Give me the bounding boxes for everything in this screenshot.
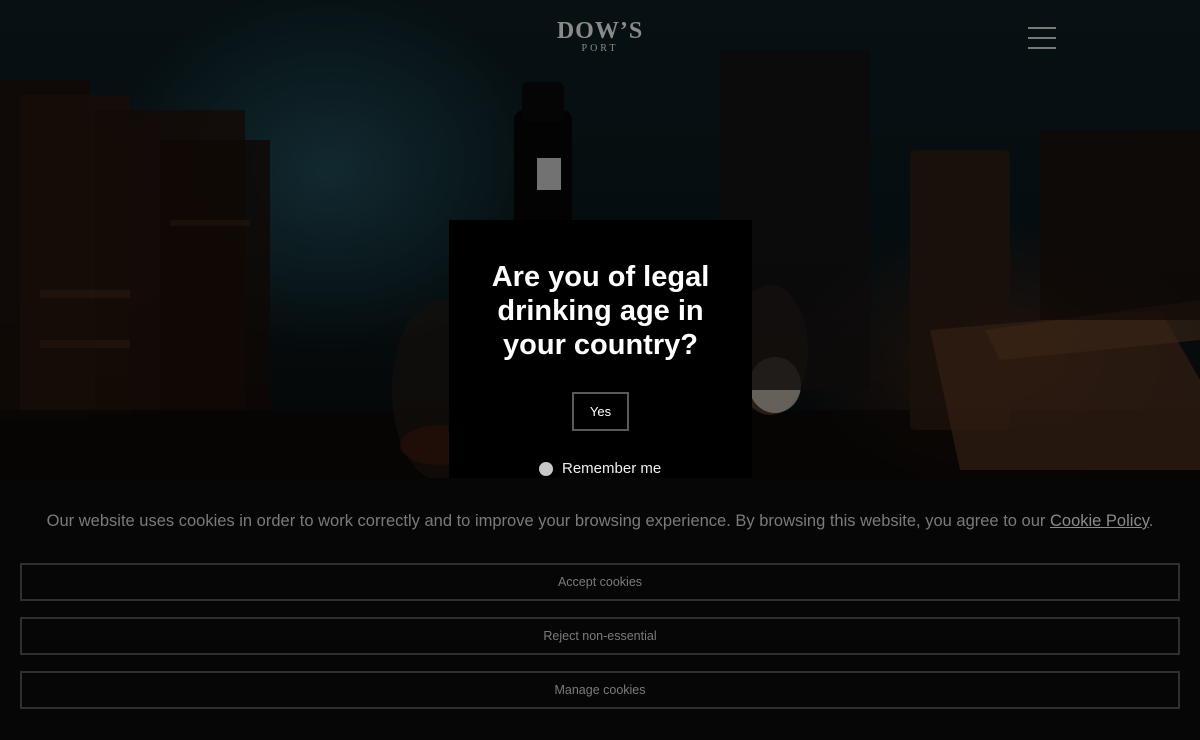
cookie-message: Our website uses cookies in order to wor… xyxy=(0,511,1200,531)
accept-cookies-button[interactable]: Accept cookies xyxy=(20,563,1180,601)
cookie-banner: Our website uses cookies in order to wor… xyxy=(0,478,1200,740)
manage-cookies-button[interactable]: Manage cookies xyxy=(20,671,1180,709)
age-verification-modal: Are you of legal drinking age in your co… xyxy=(449,220,752,482)
cookie-policy-link[interactable]: Cookie Policy xyxy=(1050,512,1149,530)
yes-button[interactable]: Yes xyxy=(572,392,629,431)
logo-wordmark: DOW’S xyxy=(556,18,644,44)
reject-non-essential-button[interactable]: Reject non-essential xyxy=(20,617,1180,655)
logo-subtitle: PORT xyxy=(581,43,619,54)
hamburger-menu-icon[interactable] xyxy=(1026,24,1058,52)
cookie-message-text: Our website uses cookies in order to wor… xyxy=(46,512,1046,530)
remember-me-option[interactable]: Remember me xyxy=(539,460,661,477)
cookie-message-period: . xyxy=(1148,512,1154,530)
age-question-heading: Are you of legal drinking age in your co… xyxy=(491,261,710,361)
remember-me-radio[interactable] xyxy=(539,461,553,476)
remember-me-label: Remember me xyxy=(562,460,662,477)
site-logo[interactable]: DOW’S PORT xyxy=(540,18,660,55)
